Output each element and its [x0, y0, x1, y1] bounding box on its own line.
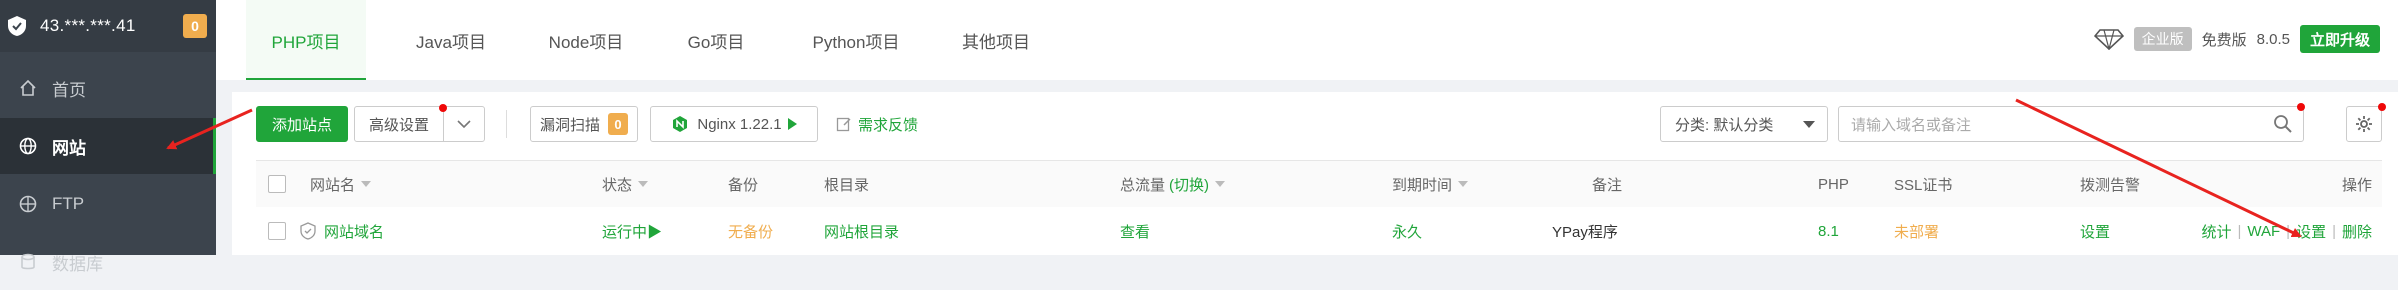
remark-field[interactable]: YPay程序	[1552, 207, 1618, 255]
nginx-button[interactable]: Nginx 1.22.1	[650, 106, 818, 142]
vuln-scan-button[interactable]: 漏洞扫描 0	[530, 106, 638, 142]
traffic-switch-link[interactable]: (切换)	[1169, 174, 1209, 195]
home-icon	[18, 78, 38, 98]
settings-link[interactable]: 设置	[2296, 221, 2326, 242]
status-link[interactable]: 运行中▶	[602, 207, 662, 255]
site-name-cell[interactable]: 网站域名	[300, 207, 384, 255]
traffic-view-link[interactable]: 查看	[1120, 207, 1150, 255]
row-checkbox[interactable]	[268, 222, 286, 240]
backup-link[interactable]: 无备份	[728, 207, 773, 255]
add-site-button[interactable]: 添加站点	[256, 106, 348, 142]
search-icon[interactable]	[2273, 114, 2293, 134]
col-alert: 拨测告警	[2080, 176, 2141, 194]
feedback-label: 需求反馈	[858, 116, 919, 134]
settings-notification-dot	[2378, 103, 2386, 111]
waf-link[interactable]: WAF	[2247, 223, 2280, 240]
tab-go[interactable]: Go项目	[656, 0, 776, 80]
database-icon	[18, 252, 38, 272]
col-php: PHP	[1818, 175, 1849, 193]
sort-caret-icon	[1215, 181, 1226, 187]
sidebar-item-label: 网站	[52, 138, 86, 158]
sidebar-item-label: 首页	[52, 80, 86, 100]
globe-icon	[18, 136, 38, 156]
php-version-link[interactable]: 8.1	[1818, 207, 1839, 255]
ops-separator: |	[2332, 222, 2336, 240]
free-edition-label: 免费版	[2201, 31, 2247, 49]
root-dir-link[interactable]: 网站根目录	[824, 207, 899, 255]
col-ops: 操作	[2341, 176, 2372, 194]
tab-java[interactable]: Java项目	[386, 0, 516, 80]
nginx-version: Nginx 1.22.1	[697, 115, 782, 133]
col-status[interactable]: 状态	[602, 161, 649, 207]
tab-node[interactable]: Node项目	[516, 0, 656, 80]
version-area: 企业版 免费版 8.0.5 立即升级	[2093, 22, 2380, 56]
col-expire[interactable]: 到期时间	[1392, 161, 1469, 207]
ssl-link[interactable]: 未部署	[1894, 207, 1939, 255]
notification-dot	[439, 104, 447, 112]
select-all-checkbox[interactable]	[268, 175, 286, 193]
category-select[interactable]: 分类: 默认分类	[1660, 106, 1828, 142]
ops-separator: |	[2286, 222, 2291, 240]
tab-php[interactable]: PHP项目	[246, 0, 366, 80]
ftp-globe-icon	[18, 194, 38, 214]
sidebar: 43.***.***.41 0 首页 网站 FTP 数据库	[0, 0, 216, 274]
chevron-down-icon	[457, 120, 471, 129]
advanced-settings-button[interactable]: 高级设置	[354, 106, 444, 142]
col-ssl: SSL证书	[1894, 176, 1953, 194]
sidebar-item-website[interactable]: 网站	[0, 118, 216, 174]
col-traffic[interactable]: 总流量 (切换)	[1120, 161, 1226, 207]
feedback-link[interactable]: 需求反馈	[836, 106, 918, 142]
ops-separator: |	[2237, 222, 2242, 240]
sidebar-item-label: 数据库	[52, 254, 103, 274]
col-backup: 备份	[728, 176, 759, 194]
server-ip: 43.***.***.41	[40, 16, 136, 35]
col-remark: 备注	[1592, 176, 1623, 194]
edit-icon	[836, 117, 851, 132]
gear-icon	[2356, 116, 2372, 132]
nginx-icon	[673, 116, 688, 132]
sidebar-item-database[interactable]: 数据库	[0, 234, 216, 290]
table-row: 网站域名 运行中▶ 无备份 网站根目录 查看 永久 YPay程序 8.1 未部署…	[256, 207, 2382, 255]
diamond-icon	[2093, 29, 2124, 50]
row-operations: 统计 | WAF | 设置 | 删除	[2201, 207, 2372, 255]
server-shield-icon	[8, 16, 26, 36]
col-root: 根目录	[824, 176, 870, 194]
sidebar-item-ftp[interactable]: FTP	[0, 176, 216, 232]
alert-settings-link[interactable]: 设置	[2080, 207, 2110, 255]
table-header: 网站名 状态 备份 根目录 总流量 (切换) 到期时间 备注 PHP SSL证书…	[256, 160, 2382, 208]
panel-version[interactable]: 8.0.5	[2257, 31, 2290, 48]
message-count-badge[interactable]: 0	[183, 14, 207, 38]
sidebar-item-home[interactable]: 首页	[0, 60, 216, 116]
category-value: 分类: 默认分类	[1675, 116, 1774, 134]
site-search	[1838, 106, 2304, 143]
enterprise-edition-badge[interactable]: 企业版	[2133, 27, 2192, 51]
search-notification-dot	[2297, 103, 2305, 111]
table-settings-button[interactable]	[2346, 106, 2382, 142]
sidebar-item-label: FTP	[52, 194, 85, 213]
site-name-link[interactable]: 网站域名	[324, 221, 384, 242]
tab-other[interactable]: 其他项目	[936, 0, 1056, 80]
project-tabs-bar: PHP项目 Java项目 Node项目 Go项目 Python项目 其他项目 企…	[216, 0, 2398, 80]
sort-caret-icon	[1458, 181, 1469, 187]
tab-python[interactable]: Python项目	[776, 0, 936, 80]
sort-caret-icon	[361, 181, 372, 187]
caret-down-icon	[1803, 121, 1815, 128]
stats-link[interactable]: 统计	[2201, 221, 2231, 242]
advanced-settings-dropdown[interactable]	[443, 106, 485, 142]
upgrade-button[interactable]: 立即升级	[2299, 25, 2380, 53]
vuln-count-badge: 0	[608, 113, 628, 135]
vuln-scan-label: 漏洞扫描	[539, 116, 600, 134]
delete-link[interactable]: 删除	[2342, 221, 2372, 242]
toolbar-divider	[506, 110, 507, 138]
expire-link[interactable]: 永久	[1392, 207, 1422, 255]
sort-caret-icon	[638, 181, 649, 187]
shield-icon	[300, 222, 316, 240]
search-input[interactable]	[1839, 107, 2273, 143]
col-site-name[interactable]: 网站名	[310, 161, 372, 207]
play-icon	[787, 118, 797, 130]
